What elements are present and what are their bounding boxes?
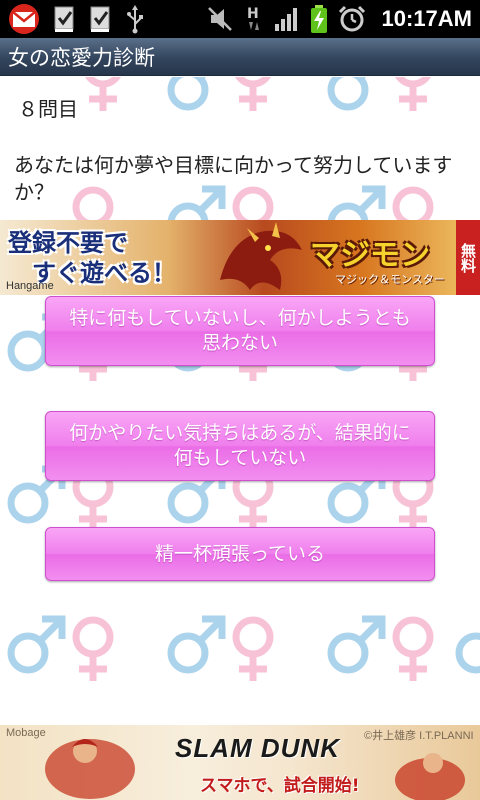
usb-icon — [124, 4, 146, 34]
alarm-icon — [338, 5, 366, 33]
answer-button-2[interactable]: 何かやりたい気持ちはあるが、結果的に何もしていない — [45, 411, 435, 481]
basketball-player-illustration — [45, 739, 135, 799]
svg-text:H: H — [247, 6, 259, 22]
ad-banner-game-title: マジモン — [310, 238, 430, 273]
signal-icon — [274, 6, 300, 32]
quiz-content[interactable]: ８問目 あなたは何か夢や目標に向かって努力していますか？ 登録不要で すぐ遊べる… — [0, 77, 480, 725]
answer-button-1[interactable]: 特に何もしていないし、何かしようとも思わない — [45, 296, 435, 366]
ad-banner-line1: 登録不要で — [8, 229, 128, 257]
app-title-bar: 女の恋愛力診断 — [0, 38, 480, 76]
ad-banner-brand: Hangame — [6, 280, 54, 292]
ad-banner-top[interactable]: 登録不要で すぐ遊べる！ Hangame マジモン マジック＆モンスター 無料 — [0, 220, 480, 295]
gmail-icon — [6, 3, 42, 35]
ad-banner-game-subtitle: マジック＆モンスター — [335, 273, 445, 286]
ad-banner-free-badge: 無料 — [456, 220, 480, 295]
data-h-icon: H — [244, 4, 264, 34]
ad-banner-copy: 登録不要で すぐ遊べる！ — [8, 228, 176, 288]
ad-bottom-tagline: スマホで、試合開始! — [200, 776, 360, 796]
ad-bottom-copyright: ©井上雄彦 I.T.PLANNING,INC. ©TOEI ANIMATION … — [364, 730, 474, 742]
task-check-icon — [88, 4, 114, 34]
battery-charging-icon — [310, 4, 328, 34]
status-bar: H 10:17AM — [0, 0, 480, 38]
task-check-icon — [52, 4, 78, 34]
app-title: 女の恋愛力診断 — [8, 45, 155, 70]
answer-button-3[interactable]: 精一杯頑張っている — [45, 527, 435, 581]
question-number: ８問目 — [18, 97, 78, 121]
dragon-illustration — [220, 222, 302, 290]
vibrate-mute-icon — [206, 5, 234, 33]
question-text: あなたは何か夢や目標に向かって努力していますか？ — [14, 153, 453, 204]
basketball-player-illustration — [395, 753, 465, 800]
ad-banner-bottom[interactable]: Mobage SLAM DUNK スマホで、試合開始! ©井上雄彦 I.T.PL… — [0, 725, 480, 800]
ad-bottom-logo: SLAM DUNK — [175, 733, 340, 763]
status-time: 10:17AM — [381, 6, 472, 31]
